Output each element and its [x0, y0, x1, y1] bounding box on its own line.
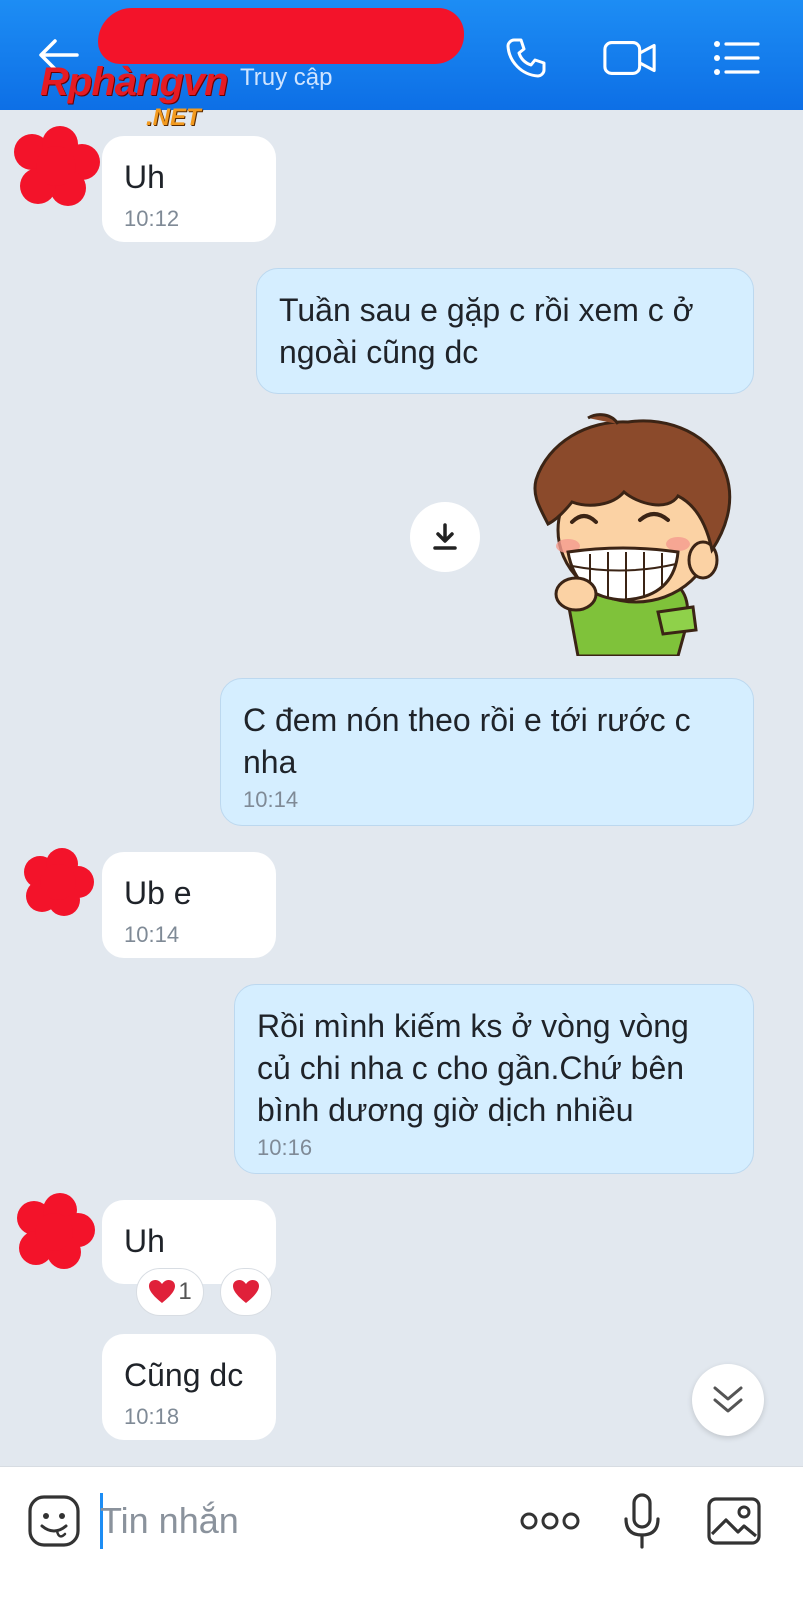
message-text: Ub e: [124, 875, 192, 911]
reaction-count: 1: [178, 1278, 192, 1305]
message-text: Cũng dc: [124, 1357, 244, 1393]
message-text-line: Rồi mình kiếm ks ở vòng vòng: [257, 1008, 689, 1044]
download-sticker-button[interactable]: [410, 502, 480, 572]
emoji-icon: [28, 1495, 80, 1547]
grinning-boy-sticker[interactable]: [528, 412, 738, 656]
message-bubble-outgoing[interactable]: C đem nón theo rồi e tới rước c nha 10:1…: [220, 678, 754, 826]
contact-status: Truy cập: [240, 64, 333, 91]
heart-icon: [233, 1280, 259, 1303]
message-bubble-outgoing[interactable]: Tuần sau e gặp c rồi xem c ở ngoài cũng …: [256, 268, 754, 394]
redacted-avatar: [24, 848, 94, 916]
message-text: Uh: [124, 1223, 165, 1259]
message-text-line: ngoài cũng dc: [279, 334, 479, 370]
watermark-suffix: .NET: [146, 104, 201, 131]
watermark-logo: Rphàngvn: [40, 60, 229, 104]
message-bubble-incoming[interactable]: Uh 10:12: [102, 136, 276, 242]
message-time: 10:12: [124, 206, 180, 231]
image-icon: [707, 1497, 761, 1545]
message-time: 10:16: [257, 1135, 313, 1160]
heart-icon: [149, 1280, 176, 1303]
menu-button[interactable]: [708, 30, 764, 86]
redacted-avatar: [17, 1193, 95, 1269]
phone-icon: [506, 38, 546, 78]
message-text-line: C đem nón theo rồi e tới rước c: [243, 702, 691, 738]
message-time: 10:18: [124, 1404, 180, 1429]
call-button[interactable]: [498, 30, 554, 86]
message-time: 10:14: [124, 922, 180, 947]
microphone-icon: [624, 1493, 660, 1549]
reaction-count-badge[interactable]: 1: [136, 1268, 204, 1316]
scroll-to-bottom-button[interactable]: [692, 1364, 764, 1436]
message-input[interactable]: [100, 1489, 490, 1553]
message-input-bar: [0, 1466, 803, 1600]
send-image-button[interactable]: [704, 1491, 764, 1551]
chat-header: Truy cập Rphàngvn: [0, 0, 803, 110]
message-bubble-outgoing[interactable]: Rồi mình kiếm ks ở vòng vòng củ chi nha …: [234, 984, 754, 1174]
more-dots-icon: [520, 1512, 580, 1530]
double-chevron-down-icon: [713, 1386, 743, 1413]
message-text-line: Tuần sau e gặp c rồi xem c ở: [279, 292, 694, 328]
video-camera-icon: [603, 41, 656, 75]
message-text-line: nha: [243, 744, 297, 780]
video-call-button[interactable]: [602, 30, 658, 86]
redacted-avatar: [14, 126, 100, 206]
message-bubble-incoming[interactable]: Ub e 10:14: [102, 852, 276, 958]
message-time: 10:14: [243, 787, 299, 812]
redacted-contact-name: [98, 8, 464, 64]
download-icon: [433, 523, 457, 550]
message-text: Uh: [124, 159, 165, 195]
emoji-button[interactable]: [24, 1491, 84, 1551]
add-reaction-button[interactable]: [220, 1268, 272, 1316]
list-menu-icon: [714, 41, 760, 75]
message-text-line: củ chi nha c cho gần.Chứ bên: [257, 1050, 685, 1086]
voice-message-button[interactable]: [612, 1491, 672, 1551]
message-bubble-incoming[interactable]: Cũng dc 10:18: [102, 1334, 276, 1440]
more-options-button[interactable]: [518, 1491, 582, 1551]
message-text-line: bình dương giờ dịch nhiều: [257, 1092, 634, 1128]
